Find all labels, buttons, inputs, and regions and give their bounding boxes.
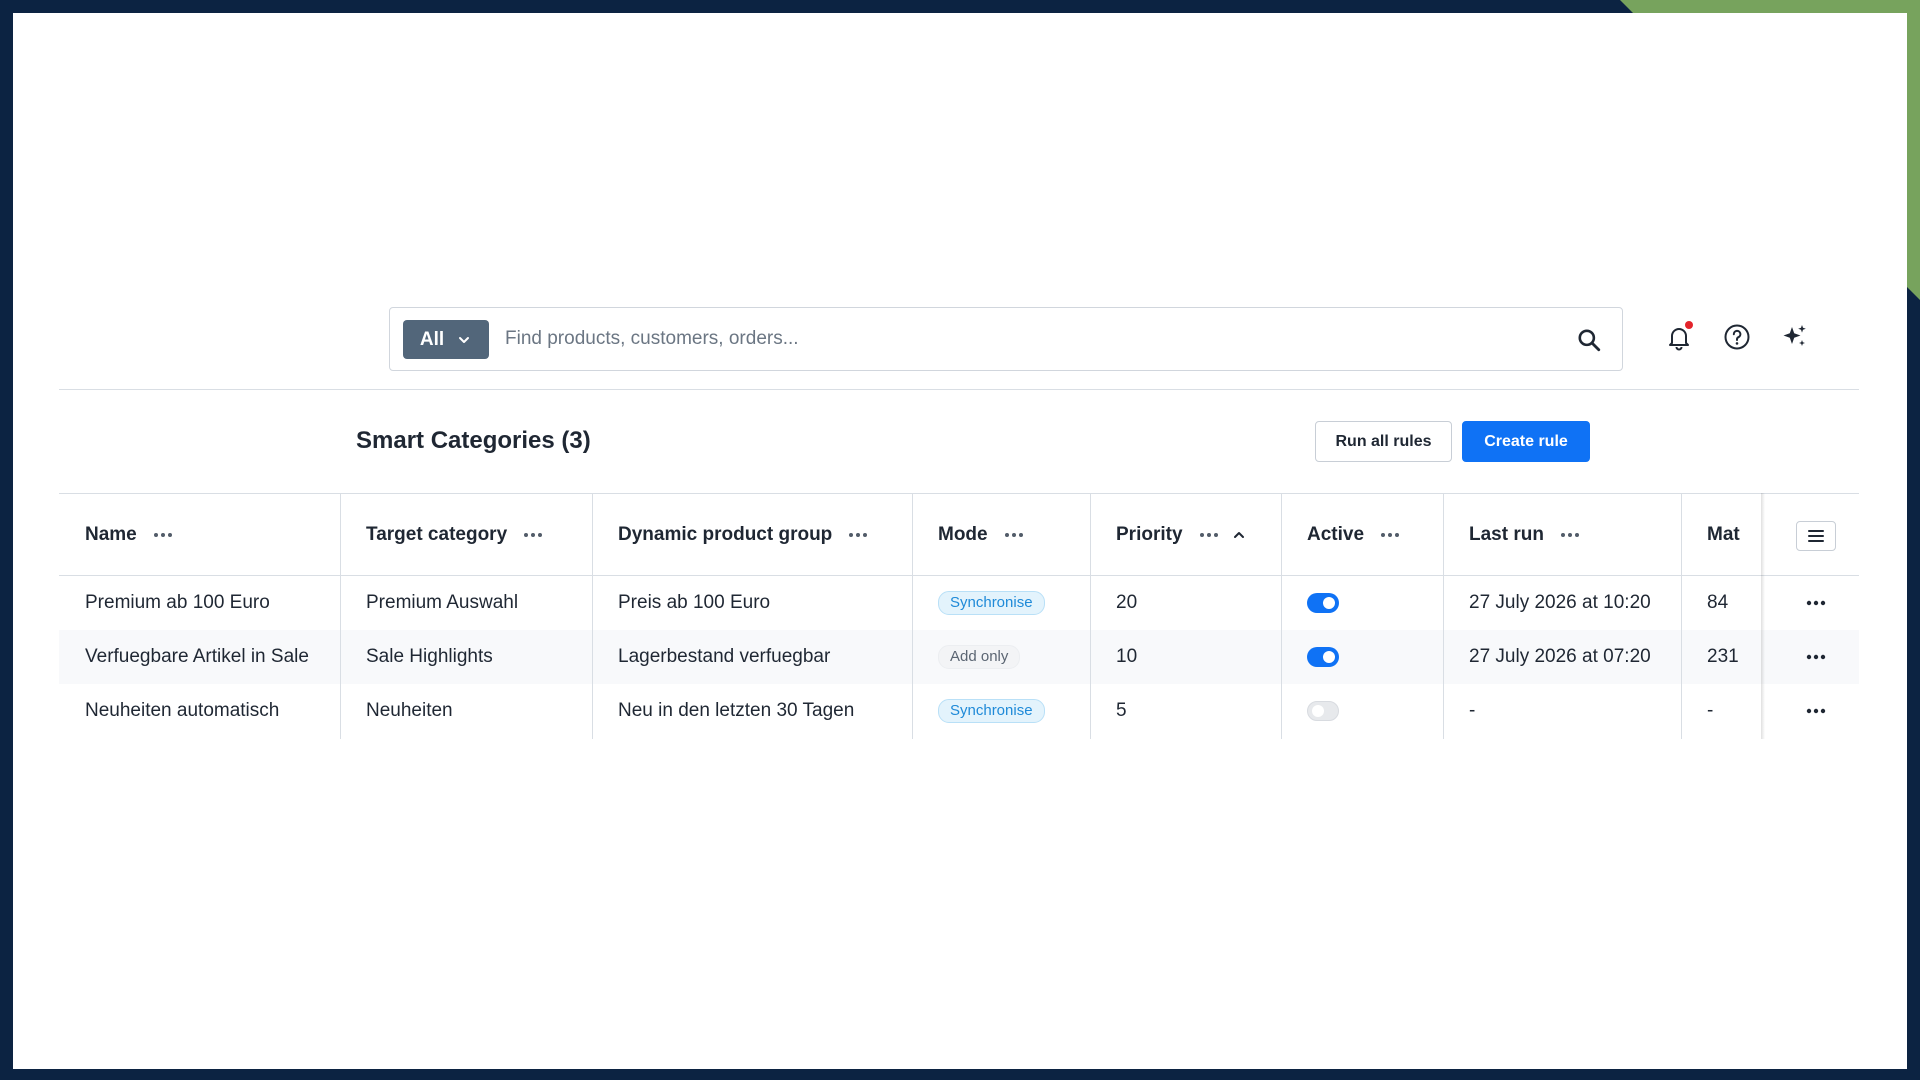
help-button[interactable] — [1721, 321, 1753, 353]
cell-actions — [1805, 684, 1827, 738]
column-title-target-category: Target category — [366, 524, 508, 545]
column-header-mode[interactable]: Mode — [938, 494, 1024, 576]
cell-active — [1307, 630, 1339, 684]
more-horizontal-icon[interactable] — [1805, 600, 1827, 606]
more-horizontal-icon[interactable] — [1560, 532, 1580, 538]
ai-assistant-button[interactable] — [1779, 321, 1811, 353]
chevron-up-icon[interactable] — [1233, 529, 1245, 541]
top-actions — [1663, 321, 1811, 353]
cell-matches: - — [1707, 700, 1714, 721]
cell-priority: 10 — [1116, 646, 1138, 667]
mode-badge: Add only — [938, 645, 1021, 669]
more-horizontal-icon[interactable] — [848, 532, 868, 538]
column-header-last-run[interactable]: Last run — [1469, 494, 1580, 576]
smart-categories-table: Name Target category Dynamic product gro… — [59, 493, 1859, 739]
column-settings-button[interactable] — [1796, 521, 1836, 551]
cell-dynamic-product-group: Preis ab 100 Euro — [618, 592, 771, 613]
column-divider — [340, 493, 341, 739]
column-title-active: Active — [1307, 524, 1365, 545]
more-horizontal-icon[interactable] — [1805, 708, 1827, 714]
run-all-rules-button[interactable]: Run all rules — [1315, 421, 1452, 462]
toggle-knob — [1323, 651, 1335, 663]
mode-badge: Synchronise — [938, 591, 1045, 615]
cell-active — [1307, 576, 1339, 630]
column-header-active[interactable]: Active — [1307, 494, 1400, 576]
column-divider — [912, 493, 913, 739]
cell-actions — [1805, 576, 1827, 630]
column-divider — [1090, 493, 1091, 739]
more-horizontal-icon[interactable] — [1004, 532, 1024, 538]
cell-target-category: Premium Auswahl — [366, 592, 519, 613]
column-title-dynamic-product-group: Dynamic product group — [618, 524, 833, 545]
active-toggle[interactable] — [1307, 647, 1339, 667]
more-horizontal-icon[interactable] — [153, 532, 173, 538]
cell-target-category: Neuheiten — [366, 700, 453, 721]
column-divider — [592, 493, 593, 739]
column-header-dynamic-product-group[interactable]: Dynamic product group — [618, 494, 868, 576]
cell-matches: 231 — [1707, 646, 1739, 667]
column-header-name[interactable]: Name — [85, 494, 173, 576]
cell-dynamic-product-group: Lagerbestand verfuegbar — [618, 646, 831, 667]
search-scope-label: All — [419, 328, 445, 350]
toggle-knob — [1323, 597, 1335, 609]
top-bar: All — [59, 293, 1859, 390]
mode-badge: Synchronise — [938, 699, 1045, 723]
page-title: Smart Categories (3) — [356, 427, 591, 454]
active-toggle[interactable] — [1307, 701, 1339, 721]
cell-priority: 20 — [1116, 592, 1138, 613]
cell-name: Premium ab 100 Euro — [85, 592, 270, 613]
cell-target-category: Sale Highlights — [366, 646, 493, 667]
column-header-matches[interactable]: Mat — [1707, 494, 1761, 576]
search-scope-select[interactable]: All — [403, 320, 489, 359]
column-title-mode: Mode — [938, 524, 988, 545]
column-title-matches: Mat — [1707, 524, 1740, 545]
toggle-knob — [1312, 705, 1324, 717]
active-toggle[interactable] — [1307, 593, 1339, 613]
help-circle-icon — [1724, 324, 1750, 350]
global-search: All — [389, 307, 1623, 371]
search-input[interactable] — [505, 318, 1555, 360]
column-title-name: Name — [85, 524, 137, 545]
more-horizontal-icon[interactable] — [1380, 532, 1400, 538]
column-divider — [1281, 493, 1282, 739]
notifications-button[interactable] — [1663, 321, 1695, 353]
cell-mode: Add only — [938, 630, 1021, 684]
cell-priority: 5 — [1116, 700, 1127, 721]
list-icon — [1808, 530, 1824, 542]
table-row[interactable]: Premium ab 100 Euro Premium Auswahl Prei… — [59, 576, 1859, 630]
app-window: All Smart Categories (3) Run all rules C… — [13, 13, 1907, 1069]
cell-mode: Synchronise — [938, 576, 1045, 630]
cell-name: Verfuegbare Artikel in Sale — [85, 646, 309, 667]
sparkles-icon — [1783, 325, 1806, 346]
column-header-priority[interactable]: Priority — [1116, 494, 1245, 576]
cell-last-run: 27 July 2026 at 10:20 — [1469, 592, 1651, 613]
cell-last-run: 27 July 2026 at 07:20 — [1469, 646, 1651, 667]
cell-matches: 84 — [1707, 592, 1729, 613]
table-row[interactable]: Neuheiten automatisch Neuheiten Neu in d… — [59, 684, 1859, 738]
cell-actions — [1805, 630, 1827, 684]
cell-dynamic-product-group: Neu in den letzten 30 Tagen — [618, 700, 855, 721]
chevron-down-icon — [459, 336, 470, 343]
more-horizontal-icon[interactable] — [523, 532, 543, 538]
cell-active — [1307, 684, 1339, 738]
column-divider — [1681, 493, 1682, 739]
cell-last-run: - — [1469, 700, 1476, 721]
cell-name: Neuheiten automatisch — [85, 700, 280, 721]
notification-dot — [1685, 321, 1693, 329]
column-header-target-category[interactable]: Target category — [366, 494, 543, 576]
table-row[interactable]: Verfuegbare Artikel in Sale Sale Highlig… — [59, 630, 1859, 684]
more-horizontal-icon[interactable] — [1199, 532, 1219, 538]
cell-mode: Synchronise — [938, 684, 1045, 738]
create-rule-button[interactable]: Create rule — [1462, 421, 1590, 462]
column-divider — [1443, 493, 1444, 739]
more-horizontal-icon[interactable] — [1805, 654, 1827, 660]
sticky-column-shadow — [1761, 493, 1765, 739]
column-title-last-run: Last run — [1469, 524, 1544, 545]
search-icon[interactable] — [1576, 327, 1602, 353]
table-header-row: Name Target category Dynamic product gro… — [59, 494, 1859, 576]
column-title-priority: Priority — [1116, 524, 1183, 545]
